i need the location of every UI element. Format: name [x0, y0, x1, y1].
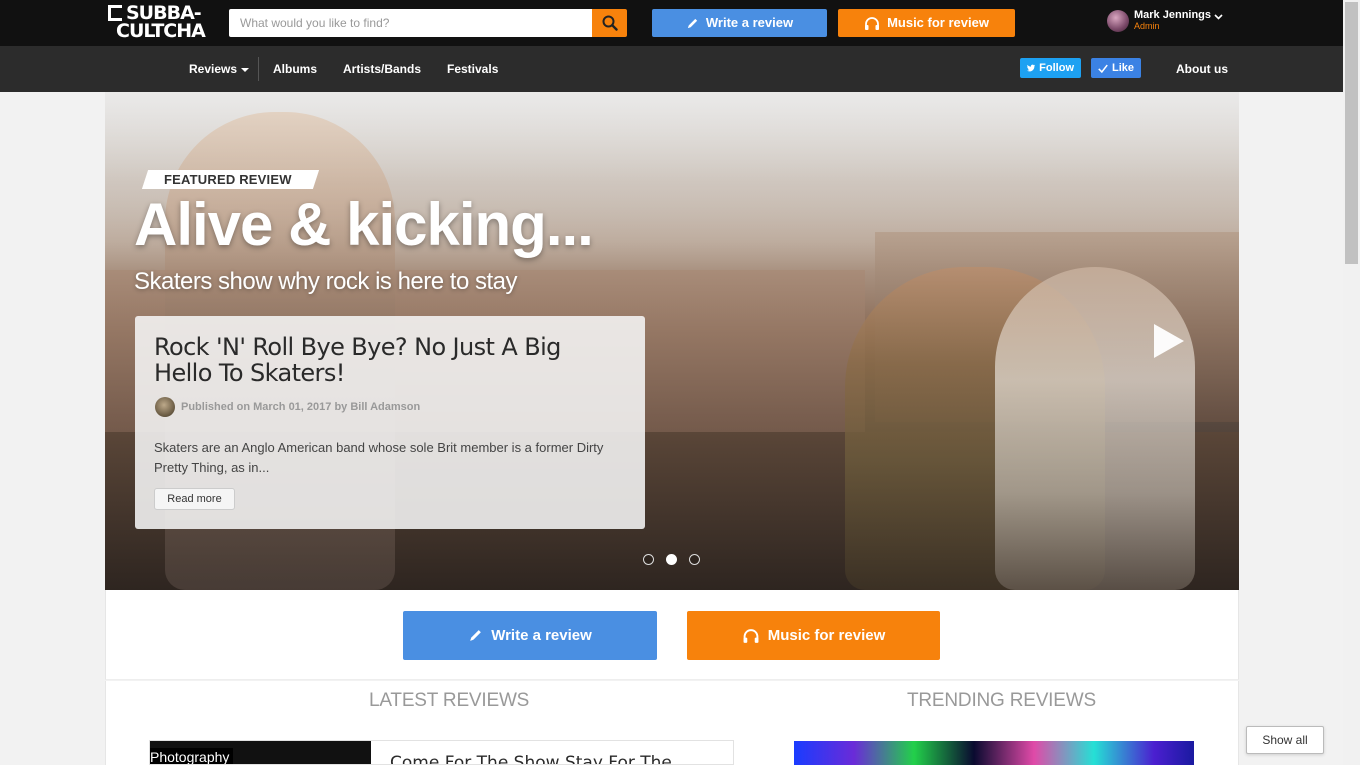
headphones-icon — [865, 16, 880, 30]
nav-festivals[interactable]: Festivals — [447, 46, 498, 92]
logo-bracket — [108, 5, 122, 21]
slider-dots — [643, 554, 700, 565]
slider-dot[interactable] — [643, 554, 654, 565]
featured-review-title[interactable]: Rock 'N' Roll Bye Bye? No Just A Big Hel… — [154, 334, 624, 386]
next-arrow-icon[interactable] — [1152, 322, 1186, 360]
author-avatar — [155, 397, 175, 417]
music-for-review-button[interactable]: Music for review — [838, 9, 1015, 37]
nav-albums[interactable]: Albums — [273, 46, 317, 92]
latest-review-card[interactable]: Photography Come For The Show Stay For T… — [149, 740, 734, 765]
latest-review-title[interactable]: Come For The Show Stay For The — [390, 753, 672, 764]
nav-artists-bands[interactable]: Artists/Bands — [343, 46, 421, 92]
cta-music-for-review-label: Music for review — [767, 627, 886, 644]
nav-reviews[interactable]: Reviews — [189, 46, 250, 92]
caret-down-icon — [241, 67, 250, 72]
write-review-button[interactable]: Write a review — [652, 9, 827, 37]
cta-write-review-button[interactable]: Write a review — [403, 611, 657, 660]
logo-line2: CULTCHA — [116, 20, 206, 42]
pencil-icon — [687, 18, 698, 28]
user-menu[interactable]: Mark Jennings Admin — [1107, 8, 1227, 34]
twitter-follow-label: Follow — [1039, 62, 1074, 74]
read-more-button[interactable]: Read more — [154, 488, 235, 510]
write-review-label: Write a review — [705, 15, 794, 30]
facebook-like-label: Like — [1111, 62, 1134, 74]
scrollbar-thumb[interactable] — [1345, 2, 1358, 264]
twitter-icon — [1027, 64, 1036, 72]
latest-review-thumbnail: Photography — [150, 741, 371, 764]
search-input[interactable] — [229, 9, 592, 37]
cta-music-for-review-button[interactable]: Music for review — [687, 611, 940, 660]
facebook-like-button[interactable]: Like — [1091, 58, 1141, 78]
show-all-button[interactable]: Show all — [1246, 726, 1324, 754]
cta-section — [105, 590, 1239, 680]
hero-title: Alive & kicking... — [134, 191, 594, 258]
featured-review-meta: Published on March 01, 2017 by Bill Adam… — [155, 397, 421, 417]
publish-info: Published on March 01, 2017 by Bill Adam… — [181, 401, 421, 413]
music-for-review-label: Music for review — [887, 15, 989, 30]
trending-review-thumbnail[interactable] — [794, 741, 1194, 765]
featured-tag: FEATURED REVIEW — [164, 172, 292, 187]
featured-review-excerpt: Skaters are an Anglo American band whose… — [154, 440, 604, 475]
check-icon — [1098, 64, 1108, 73]
main-nav: Reviews Albums Artists/Bands Festivals F… — [0, 46, 1343, 92]
user-role: Admin — [1134, 21, 1160, 31]
category-label: Photography — [150, 748, 234, 764]
avatar — [1107, 10, 1129, 32]
nav-reviews-label: Reviews — [189, 62, 238, 76]
headphones-icon — [743, 628, 759, 643]
slider-dot-active[interactable] — [666, 554, 677, 565]
featured-review-card: Rock 'N' Roll Bye Bye? No Just A Big Hel… — [135, 316, 645, 529]
nav-about-us[interactable]: About us — [1176, 46, 1228, 92]
user-name: Mark Jennings — [1134, 9, 1212, 21]
latest-reviews-heading: LATEST REVIEWS — [369, 690, 530, 711]
site-logo[interactable]: SUBBA- CULTCHA — [108, 3, 208, 41]
trending-reviews-heading: TRENDING REVIEWS — [907, 690, 1096, 711]
cta-write-review-label: Write a review — [491, 627, 592, 644]
hero-photo-bassist — [995, 267, 1195, 590]
slider-dot[interactable] — [689, 554, 700, 565]
hero-subtitle: Skaters show why rock is here to stay — [134, 268, 517, 295]
nav-divider — [258, 57, 259, 81]
search-icon — [602, 15, 618, 31]
pencil-icon — [470, 630, 482, 641]
twitter-follow-button[interactable]: Follow — [1020, 58, 1081, 78]
search-button[interactable] — [592, 9, 627, 37]
chevron-down-icon — [1214, 14, 1223, 20]
